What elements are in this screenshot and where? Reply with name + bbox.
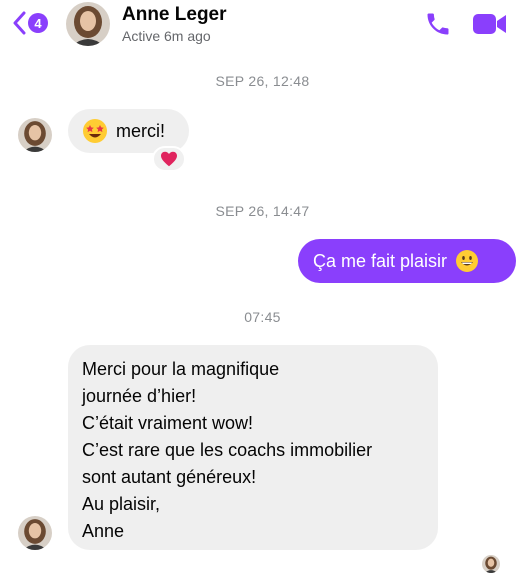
contact-avatar[interactable] (66, 2, 110, 46)
read-receipt-avatar (482, 555, 500, 573)
message-text: Ça me fait plaisir (313, 250, 448, 271)
audio-call-button[interactable] (424, 10, 452, 38)
chevron-left-icon (13, 11, 26, 35)
red-heart-icon (161, 151, 177, 167)
video-call-button[interactable] (472, 11, 508, 37)
star-struck-emoji-icon (82, 118, 108, 144)
message-line: sont autant généreux! (82, 467, 257, 487)
heart-reaction[interactable] (152, 146, 186, 172)
contact-name: Anne Leger (122, 4, 227, 25)
message-timestamp: SEP 26, 14:47 (215, 203, 310, 219)
message-timestamp: SEP 26, 12:48 (215, 73, 310, 89)
active-status: Active 6m ago (122, 28, 211, 44)
message-line: C’est rare que les coachs immobilier (82, 440, 373, 460)
message-text: merci! (116, 120, 165, 141)
video-camera-icon (473, 14, 506, 34)
message-bubble-incoming[interactable]: Merci pour la magnifique journée d’hier!… (68, 345, 438, 550)
sender-avatar[interactable] (18, 118, 52, 152)
message-line: C’était vraiment wow! (82, 413, 254, 433)
message-line: Au plaisir, (82, 494, 161, 514)
message-line: Merci pour la magnifique (82, 359, 280, 379)
phone-icon (427, 13, 449, 35)
conversation-header: 4 Anne Leger Active 6m ago (0, 0, 525, 50)
back-button[interactable]: 4 (12, 10, 48, 36)
message-timestamp: 07:45 (244, 309, 281, 325)
unread-count-badge: 4 (28, 13, 48, 33)
message-line: journée d’hier! (82, 386, 197, 406)
message-bubble-outgoing[interactable]: Ça me fait plaisir (298, 239, 516, 283)
grinning-face-emoji-icon (455, 249, 479, 273)
message-line: Anne (82, 521, 125, 541)
sender-avatar[interactable] (18, 516, 52, 550)
